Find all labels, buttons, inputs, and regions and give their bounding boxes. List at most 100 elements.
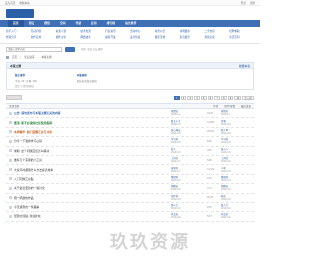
pagination-row: 1 2 3 4 5 6 7 8 9 10 下一页 bbox=[0, 93, 260, 102]
last-post-date: 2019-3-9 bbox=[221, 141, 231, 145]
thread-title[interactable]: 推荐几个实用的小工具 bbox=[14, 158, 171, 162]
forum-rules-title[interactable]: 本版规则 bbox=[77, 73, 97, 77]
page-link[interactable]: 9 bbox=[227, 95, 234, 100]
page-link[interactable]: 5 bbox=[200, 95, 207, 100]
subnav-item[interactable]: 设计创意 bbox=[130, 35, 155, 41]
column-replies: 回复/查看 bbox=[224, 105, 235, 108]
favorite-forum-link[interactable]: 收藏本版 bbox=[239, 64, 250, 68]
thread-icon bbox=[9, 139, 12, 143]
reply-count: 8/96 bbox=[207, 139, 212, 143]
post-date: 2019-3-8 bbox=[171, 188, 181, 192]
post-date: 2019-1-1 bbox=[171, 113, 181, 117]
forum-moderator: 版主: 社区管理员 bbox=[15, 85, 34, 88]
page-link[interactable]: 10 bbox=[234, 95, 242, 100]
post-date: 2019-3-2 bbox=[171, 131, 181, 135]
reply-count: 25/512 bbox=[207, 130, 215, 134]
breadcrumb-separator: › bbox=[20, 55, 22, 59]
forum-rules-text: 发帖前请阅读版规 bbox=[76, 79, 97, 83]
page-link[interactable]: 4 bbox=[194, 95, 200, 100]
thread-title[interactable]: 大家平时都用什么方法提高效率 bbox=[14, 168, 171, 172]
subnav-item[interactable]: 生活百科 bbox=[229, 35, 254, 41]
forum-recommend-title[interactable]: 版主推荐 bbox=[15, 73, 37, 77]
breadcrumb-item[interactable]: 首页 bbox=[12, 55, 17, 59]
thread-author: 整理君 2019-3-8 bbox=[171, 176, 207, 182]
thread-title[interactable]: 经验交流贴, 欢迎补充 bbox=[14, 214, 171, 218]
thread-list: 公告: 请勿发布与本版主题无关的内容 管理员 2019-1-1 0/126 管理员 201… bbox=[6, 109, 254, 222]
forum-info-col: 版主推荐 今日: 46 | 主题: 268 版主: 社区管理员 bbox=[15, 73, 37, 88]
thread-author: 管理员 2019-1-1 bbox=[171, 110, 207, 116]
thread-title[interactable]: 本周精华: 热门话题汇总与讨论 bbox=[14, 130, 171, 134]
register-link[interactable]: 注册 bbox=[250, 1, 255, 5]
breadcrumb-item[interactable]: 论坛频道 bbox=[24, 55, 34, 59]
home-icon[interactable] bbox=[6, 55, 9, 59]
thread-title[interactable]: 入门问题汇总贴 bbox=[14, 177, 171, 181]
subnav-item[interactable]: 影音娱乐 bbox=[180, 35, 205, 41]
last-post: 学习者 2019-3-9 bbox=[221, 138, 251, 144]
reply-count: 5/57 bbox=[207, 214, 212, 218]
table-row: 关于最近更新的一些讨论 观察员 2019-3-8 7/74 观察员 2019-3-9 bbox=[6, 184, 254, 194]
breadcrumb-item[interactable]: 本版主题 bbox=[41, 55, 51, 59]
page-current[interactable]: 1 bbox=[173, 95, 180, 100]
last-post: 粉丝 2019-3-9 bbox=[221, 195, 251, 201]
thread-title[interactable]: 关于最近更新的一些讨论 bbox=[14, 186, 171, 190]
last-post-date: 2019-1-1 bbox=[221, 113, 231, 117]
column-last-post: 最后发表 bbox=[240, 105, 251, 108]
nav-item[interactable]: 导读 bbox=[70, 20, 86, 27]
login-link[interactable]: 登录 bbox=[241, 1, 246, 5]
thread-title[interactable]: 公告: 请勿发布与本版主题无关的内容 bbox=[14, 111, 171, 115]
page-link[interactable]: 下一页 bbox=[242, 95, 254, 100]
thread-author: 热心网友 2019-3-2 bbox=[171, 129, 207, 135]
last-post-date: 2019-3-9 bbox=[221, 169, 231, 173]
thread-author: 效率党 2019-3-7 bbox=[171, 167, 207, 173]
page-link[interactable]: 8 bbox=[220, 95, 227, 100]
reply-count: 3/45 bbox=[207, 149, 212, 153]
all-threads-tab[interactable]: 全部主题 bbox=[9, 104, 19, 108]
post-date: 2019-3-5 bbox=[171, 141, 181, 145]
nav-item-home[interactable]: 首页 bbox=[8, 20, 24, 27]
last-post-date: 2019-3-9 bbox=[221, 131, 231, 135]
thread-author: 学习者 2019-3-5 bbox=[171, 138, 207, 144]
subnav-item[interactable]: 编程开发 bbox=[105, 35, 130, 41]
thread-title[interactable]: 求助: 这个问题应该怎么解决 bbox=[14, 149, 171, 153]
last-post-date: 2019-3-9 bbox=[221, 216, 231, 220]
thread-author: 观察员 2019-3-8 bbox=[171, 185, 207, 191]
nav-item[interactable]: 论坛 bbox=[24, 20, 40, 27]
list-columns: 作者 回复/查看 最后发表 bbox=[213, 104, 251, 108]
nav-item[interactable]: 空间 bbox=[55, 20, 71, 27]
thread-title[interactable]: 晒一晒我的作品 bbox=[14, 196, 171, 200]
search-input[interactable] bbox=[6, 46, 62, 52]
set-homepage-link[interactable]: 设为首页 bbox=[5, 1, 15, 5]
reply-count: 12/380 bbox=[207, 121, 215, 125]
nav-item[interactable]: 排行榜 bbox=[102, 20, 120, 27]
table-row: 置顶: 新手必读的社区使用指南 版主小王 2019-2-3 12/380 游客 2019-… bbox=[6, 118, 254, 128]
last-post: 热心人 2019-3-9 bbox=[221, 148, 251, 154]
thread-title[interactable]: 置顶: 新手必读的社区使用指南 bbox=[14, 121, 171, 125]
subnav-item[interactable]: 摄影天地 bbox=[155, 35, 180, 41]
thread-icon bbox=[9, 130, 12, 134]
subnav-item[interactable]: 经验分享 bbox=[6, 35, 31, 41]
last-post: 管理员 2019-1-1 bbox=[221, 110, 251, 116]
thread-title[interactable]: 今天遇到的一件趣事 bbox=[14, 205, 171, 209]
nav-item[interactable]: 应用 bbox=[86, 20, 102, 27]
table-row: 求助: 这个问题应该怎么解决 新人 2019-3-6 3/45 热心人 2019-3-9 bbox=[6, 147, 254, 156]
subnav-item[interactable]: 硬件讨论 bbox=[56, 35, 81, 41]
subnav-item[interactable]: 软件应用 bbox=[31, 35, 56, 41]
table-row: 经验交流贴, 欢迎补充 老会员 2019-3-9 5/57 老会员 2019-3-9 bbox=[6, 212, 254, 222]
new-post-button[interactable] bbox=[6, 95, 22, 100]
page-link[interactable]: 7 bbox=[214, 95, 220, 100]
post-date: 2019-3-9 bbox=[171, 216, 181, 220]
nav-item[interactable]: 站长推荐 bbox=[120, 20, 141, 27]
thread-author: 创作者 2019-3-8 bbox=[171, 195, 207, 201]
bookmark-link[interactable]: 收藏本站 bbox=[19, 1, 29, 5]
page-link[interactable]: 6 bbox=[207, 95, 214, 100]
subnav-item[interactable]: 网络技术 bbox=[80, 35, 105, 41]
page-link[interactable]: 2 bbox=[180, 95, 187, 100]
nav-item[interactable]: 群组 bbox=[39, 20, 55, 27]
search-button[interactable] bbox=[65, 46, 75, 52]
thread-icon bbox=[9, 205, 12, 209]
site-logo[interactable] bbox=[6, 8, 34, 18]
thread-title[interactable]: 分享一下我的学习心得 bbox=[14, 139, 171, 143]
subnav-item[interactable]: 游戏玩家 bbox=[204, 35, 229, 41]
page-link[interactable]: 3 bbox=[187, 95, 194, 100]
hot-search-tags[interactable]: 热搜: 活动 交友 教程 bbox=[81, 47, 103, 51]
